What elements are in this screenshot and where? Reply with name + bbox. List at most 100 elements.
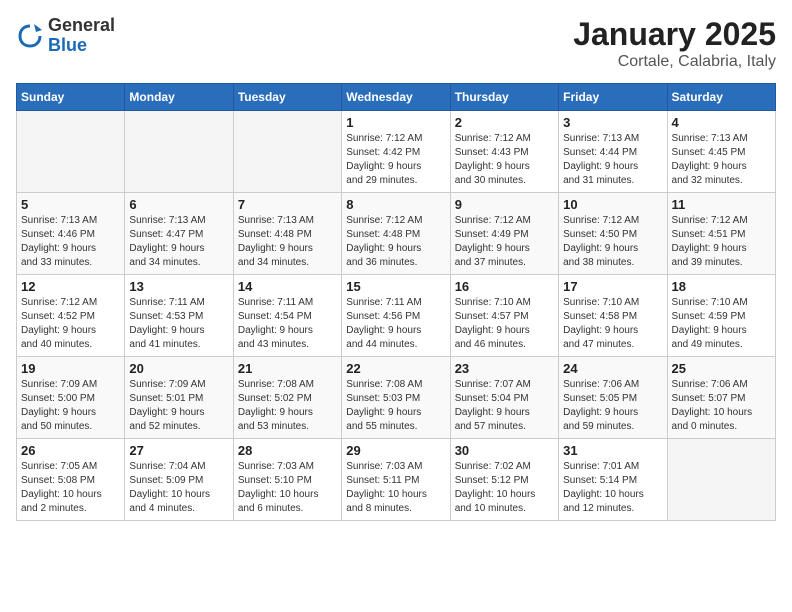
- day-number: 30: [455, 443, 554, 458]
- calendar-cell: 30 Sunrise: 7:02 AM Sunset: 5:12 PM Dayli…: [450, 439, 558, 521]
- day-number: 22: [346, 361, 445, 376]
- day-info: Sunrise: 7:01 AM Sunset: 5:14 PM Dayligh…: [563, 460, 662, 516]
- calendar: SundayMondayTuesdayWednesdayThursdayFrid…: [16, 83, 776, 521]
- calendar-cell: 24Sunrise: 7:06 AM Sunset: 5:05 PM Dayli…: [559, 357, 667, 439]
- calendar-week-row: 12 Sunrise: 7:12 AM Sunset: 4:52 PM Dayli…: [17, 275, 776, 357]
- day-number: 4: [672, 115, 771, 130]
- calendar-cell: 6Sunrise: 7:13 AM Sunset: 4:47 PM Daylig…: [125, 193, 233, 275]
- calendar-cell: 19Sunrise: 7:09 AM Sunset: 5:00 PM Dayli…: [17, 357, 125, 439]
- calendar-week-row: 5 Sunrise: 7:13 AM Sunset: 4:46 PM Daylig…: [17, 193, 776, 275]
- day-info: Sunrise: 7:10 AM Sunset: 4:58 PM Dayligh…: [563, 296, 662, 352]
- calendar-cell: 29 Sunrise: 7:03 AM Sunset: 5:11 PM Dayli…: [342, 439, 450, 521]
- day-info: Sunrise: 7:02 AM Sunset: 5:12 PM Dayligh…: [455, 460, 554, 516]
- day-number: 27: [129, 443, 228, 458]
- day-info: Sunrise: 7:05 AM Sunset: 5:08 PM Dayligh…: [21, 460, 120, 516]
- day-info: Sunrise: 7:08 AM Sunset: 5:03 PM Dayligh…: [346, 378, 445, 434]
- calendar-cell: 26 Sunrise: 7:05 AM Sunset: 5:08 PM Dayli…: [17, 439, 125, 521]
- calendar-cell: 2 Sunrise: 7:12 AM Sunset: 4:43 PM Daylig…: [450, 111, 558, 193]
- calendar-cell: 16Sunrise: 7:10 AM Sunset: 4:57 PM Dayli…: [450, 275, 558, 357]
- day-number: 8: [346, 197, 445, 212]
- day-number: 1: [346, 115, 445, 130]
- day-number: 21: [238, 361, 337, 376]
- header-row: SundayMondayTuesdayWednesdayThursdayFrid…: [17, 84, 776, 111]
- day-info: Sunrise: 7:12 AM Sunset: 4:51 PM Dayligh…: [672, 214, 771, 270]
- calendar-cell: 21Sunrise: 7:08 AM Sunset: 5:02 PM Dayli…: [233, 357, 341, 439]
- day-number: 11: [672, 197, 771, 212]
- day-number: 28: [238, 443, 337, 458]
- day-info: Sunrise: 7:07 AM Sunset: 5:04 PM Dayligh…: [455, 378, 554, 434]
- day-info: Sunrise: 7:12 AM Sunset: 4:52 PM Dayligh…: [21, 296, 120, 352]
- day-info: Sunrise: 7:12 AM Sunset: 4:49 PM Dayligh…: [455, 214, 554, 270]
- day-number: 20: [129, 361, 228, 376]
- day-of-week-header: Sunday: [17, 84, 125, 111]
- logo-text: General Blue: [48, 16, 115, 56]
- calendar-cell: [233, 111, 341, 193]
- day-info: Sunrise: 7:06 AM Sunset: 5:07 PM Dayligh…: [672, 378, 771, 434]
- day-number: 26: [21, 443, 120, 458]
- day-info: Sunrise: 7:06 AM Sunset: 5:05 PM Dayligh…: [563, 378, 662, 434]
- day-number: 7: [238, 197, 337, 212]
- calendar-cell: 27 Sunrise: 7:04 AM Sunset: 5:09 PM Dayli…: [125, 439, 233, 521]
- day-number: 12: [21, 279, 120, 294]
- day-info: Sunrise: 7:12 AM Sunset: 4:48 PM Dayligh…: [346, 214, 445, 270]
- day-info: Sunrise: 7:10 AM Sunset: 4:59 PM Dayligh…: [672, 296, 771, 352]
- calendar-cell: 4 Sunrise: 7:13 AM Sunset: 4:45 PM Daylig…: [667, 111, 775, 193]
- calendar-cell: 17 Sunrise: 7:10 AM Sunset: 4:58 PM Dayli…: [559, 275, 667, 357]
- calendar-cell: 20Sunrise: 7:09 AM Sunset: 5:01 PM Dayli…: [125, 357, 233, 439]
- day-info: Sunrise: 7:13 AM Sunset: 4:48 PM Dayligh…: [238, 214, 337, 270]
- calendar-cell: 1 Sunrise: 7:12 AM Sunset: 4:42 PM Daylig…: [342, 111, 450, 193]
- calendar-cell: 12 Sunrise: 7:12 AM Sunset: 4:52 PM Dayli…: [17, 275, 125, 357]
- calendar-cell: 13 Sunrise: 7:11 AM Sunset: 4:53 PM Dayli…: [125, 275, 233, 357]
- month-title: January 2025: [573, 16, 776, 53]
- calendar-body: 1 Sunrise: 7:12 AM Sunset: 4:42 PM Daylig…: [17, 111, 776, 521]
- day-info: Sunrise: 7:13 AM Sunset: 4:47 PM Dayligh…: [129, 214, 228, 270]
- day-of-week-header: Thursday: [450, 84, 558, 111]
- calendar-header: SundayMondayTuesdayWednesdayThursdayFrid…: [17, 84, 776, 111]
- day-info: Sunrise: 7:13 AM Sunset: 4:45 PM Dayligh…: [672, 132, 771, 188]
- day-info: Sunrise: 7:12 AM Sunset: 4:42 PM Dayligh…: [346, 132, 445, 188]
- day-number: 5: [21, 197, 120, 212]
- day-info: Sunrise: 7:12 AM Sunset: 4:50 PM Dayligh…: [563, 214, 662, 270]
- day-info: Sunrise: 7:11 AM Sunset: 4:53 PM Dayligh…: [129, 296, 228, 352]
- day-number: 2: [455, 115, 554, 130]
- day-number: 18: [672, 279, 771, 294]
- day-info: Sunrise: 7:13 AM Sunset: 4:46 PM Dayligh…: [21, 214, 120, 270]
- day-number: 29: [346, 443, 445, 458]
- calendar-week-row: 1 Sunrise: 7:12 AM Sunset: 4:42 PM Daylig…: [17, 111, 776, 193]
- day-info: Sunrise: 7:04 AM Sunset: 5:09 PM Dayligh…: [129, 460, 228, 516]
- calendar-cell: 23 Sunrise: 7:07 AM Sunset: 5:04 PM Dayli…: [450, 357, 558, 439]
- calendar-cell: 9 Sunrise: 7:12 AM Sunset: 4:49 PM Daylig…: [450, 193, 558, 275]
- day-number: 14: [238, 279, 337, 294]
- header: General Blue January 2025 Cortale, Calab…: [16, 16, 776, 71]
- day-info: Sunrise: 7:12 AM Sunset: 4:43 PM Dayligh…: [455, 132, 554, 188]
- day-of-week-header: Wednesday: [342, 84, 450, 111]
- calendar-cell: 15Sunrise: 7:11 AM Sunset: 4:56 PM Dayli…: [342, 275, 450, 357]
- logo: General Blue: [16, 16, 115, 56]
- calendar-cell: 10 Sunrise: 7:12 AM Sunset: 4:50 PM Dayli…: [559, 193, 667, 275]
- logo-icon: [16, 22, 44, 50]
- day-info: Sunrise: 7:11 AM Sunset: 4:56 PM Dayligh…: [346, 296, 445, 352]
- calendar-week-row: 26 Sunrise: 7:05 AM Sunset: 5:08 PM Dayli…: [17, 439, 776, 521]
- day-number: 3: [563, 115, 662, 130]
- day-number: 13: [129, 279, 228, 294]
- day-number: 9: [455, 197, 554, 212]
- day-info: Sunrise: 7:03 AM Sunset: 5:11 PM Dayligh…: [346, 460, 445, 516]
- calendar-cell: 28 Sunrise: 7:03 AM Sunset: 5:10 PM Dayli…: [233, 439, 341, 521]
- calendar-cell: 22 Sunrise: 7:08 AM Sunset: 5:03 PM Dayli…: [342, 357, 450, 439]
- calendar-cell: 3Sunrise: 7:13 AM Sunset: 4:44 PM Daylig…: [559, 111, 667, 193]
- calendar-cell: 7 Sunrise: 7:13 AM Sunset: 4:48 PM Daylig…: [233, 193, 341, 275]
- calendar-cell: [17, 111, 125, 193]
- calendar-cell: 11 Sunrise: 7:12 AM Sunset: 4:51 PM Dayli…: [667, 193, 775, 275]
- day-number: 17: [563, 279, 662, 294]
- day-number: 19: [21, 361, 120, 376]
- day-number: 23: [455, 361, 554, 376]
- day-number: 10: [563, 197, 662, 212]
- day-of-week-header: Monday: [125, 84, 233, 111]
- calendar-cell: 14Sunrise: 7:11 AM Sunset: 4:54 PM Dayli…: [233, 275, 341, 357]
- calendar-cell: 18 Sunrise: 7:10 AM Sunset: 4:59 PM Dayli…: [667, 275, 775, 357]
- day-of-week-header: Tuesday: [233, 84, 341, 111]
- calendar-cell: 25Sunrise: 7:06 AM Sunset: 5:07 PM Dayli…: [667, 357, 775, 439]
- calendar-cell: 8 Sunrise: 7:12 AM Sunset: 4:48 PM Daylig…: [342, 193, 450, 275]
- calendar-week-row: 19Sunrise: 7:09 AM Sunset: 5:00 PM Dayli…: [17, 357, 776, 439]
- day-info: Sunrise: 7:03 AM Sunset: 5:10 PM Dayligh…: [238, 460, 337, 516]
